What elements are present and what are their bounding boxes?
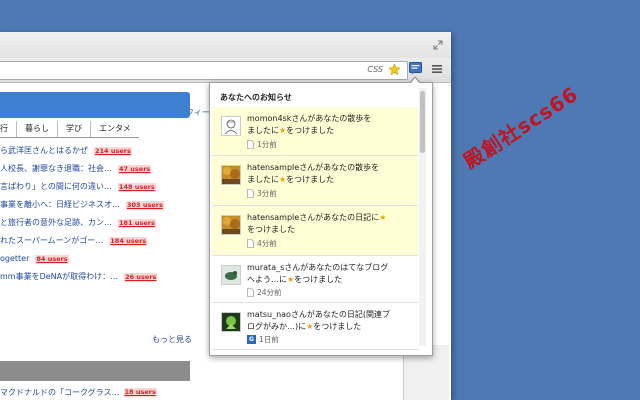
autumn-avatar xyxy=(221,165,241,185)
popup-scrollbar-thumb[interactable] xyxy=(420,91,425,153)
news-title-link[interactable]: ら武洋匡さんとはるかぜ xyxy=(0,142,88,160)
sketch-avatar xyxy=(221,116,241,136)
watermark-text: 殿創社scs66 xyxy=(459,81,583,174)
notification-popup: あなたへのお知らせ momon4skさんがあなたの散歩を ましたに★をつけました… xyxy=(209,82,433,356)
notification-message: hatensampleさんがあなたの日記に★ をつけました xyxy=(247,212,415,236)
notification-text: ましたに xyxy=(247,175,279,184)
list-item: ら武洋匡さんとはるかぜ 214 users xyxy=(0,142,200,160)
list-item: 事業を離小へ：日経ビジネスオ… 303 users xyxy=(0,196,200,214)
notification-item[interactable]: hatensampleさんがあなたの日記に★ をつけました 4分前 xyxy=(212,206,418,256)
notification-text: murata_sさんがあなたのはてなブログ xyxy=(247,263,389,272)
time-text: 3分前 xyxy=(257,189,277,198)
users-count-badge[interactable]: 181 users xyxy=(118,218,156,228)
popup-arrow-inner xyxy=(410,78,420,84)
time-text: 1分前 xyxy=(257,140,277,149)
list-item: 言ぱわり」との間に何の違い… 148 users xyxy=(0,178,200,196)
doc-icon xyxy=(247,189,254,198)
list-item: と旅行者の意外な足跡、カン… 181 users xyxy=(0,214,200,232)
address-bar[interactable]: CSS xyxy=(0,61,408,80)
title-bar xyxy=(0,32,451,58)
notification-text: ログがみか…)に xyxy=(247,322,307,331)
notification-time: 4分前 xyxy=(247,238,277,249)
fullscreen-icon[interactable] xyxy=(433,40,443,50)
users-count-badge[interactable]: 214 users xyxy=(94,146,132,156)
notification-text: ましたに xyxy=(247,126,279,135)
users-count-badge[interactable]: 26 users xyxy=(124,272,158,282)
green-avatar xyxy=(221,312,241,332)
time-text: 4分前 xyxy=(257,239,277,248)
list-item: ogetter 84 users xyxy=(0,250,200,268)
notification-item[interactable]: murata_sさんがあなたのはてなブログ へよう…に★をつけました 24分前 xyxy=(212,256,418,303)
notification-text: をつけました xyxy=(294,275,343,284)
notification-message: matsu_naoさんがあなたの日記(関連ブ ログがみか…)に★をつけました xyxy=(247,309,415,333)
tab-misc[interactable]: 行 xyxy=(0,121,16,137)
time-text: 1日前 xyxy=(259,335,279,344)
notification-item[interactable]: momon4skさんがあなたの散歩を ましたに★をつけました 1分前 xyxy=(212,107,418,156)
users-count-badge[interactable]: 47 users xyxy=(118,164,152,174)
users-count-badge[interactable]: 184 users xyxy=(109,236,148,246)
news-title-link[interactable]: ogetter xyxy=(0,250,29,268)
list-item: マクドナルドの「コークグラス… 18 users xyxy=(0,387,157,398)
autumn-avatar xyxy=(221,215,241,235)
notification-item[interactable]: hatensampleさんがあなたの散歩を ましたに★をつけました 3分前 xyxy=(212,156,418,206)
browser-toolbar: CSS xyxy=(0,58,451,83)
section-header-bar xyxy=(0,361,190,381)
notification-item[interactable]: matsu_naoさんがあなたの日記(関連ブ ログがみか…)に★をつけました G… xyxy=(212,303,418,350)
news-title-link[interactable]: マクドナルドの「コークグラス… xyxy=(0,387,120,398)
notification-text: へよう…に xyxy=(247,275,287,284)
star-icon: ★ xyxy=(379,213,387,222)
popup-title: あなたへのお知らせ xyxy=(220,93,292,102)
news-list: ら武洋匡さんとはるかぜ 214 users 人校長、謝罪なき退職：社会… 47 … xyxy=(0,142,200,286)
users-count-badge[interactable]: 148 users xyxy=(117,182,156,192)
news-title-link[interactable]: 言ぱわり」との間に何の違い… xyxy=(0,178,112,196)
doc-icon xyxy=(247,239,254,248)
notification-message: murata_sさんがあなたのはてなブログ へよう…に★をつけました xyxy=(247,262,415,286)
notification-text: hatensampleさんがあなたの日記に xyxy=(247,213,380,222)
notification-time: 24分前 xyxy=(247,287,282,298)
doc-icon xyxy=(247,140,254,149)
category-tabs: 行 暮らし 学び エンタメ xyxy=(0,121,139,138)
list-item: れたスーパームーンがゴー… 184 users xyxy=(0,232,200,250)
tab-learning[interactable]: 学び xyxy=(57,121,90,137)
notification-text: をつけました xyxy=(286,126,335,135)
tab-life[interactable]: 暮らし xyxy=(16,121,57,137)
users-count-badge[interactable]: 303 users xyxy=(126,200,164,210)
tab-entertainment[interactable]: エンタメ xyxy=(90,121,139,137)
notification-text: matsu_naoさんがあなたの日記(関連ブ xyxy=(247,310,391,319)
notification-text: momon4skさんがあなたの散歩を xyxy=(247,114,372,123)
notification-time: G 1日前 xyxy=(247,334,279,345)
news-title-link[interactable]: mm事業をDeNAが取得わけ：… xyxy=(0,268,118,286)
notification-time: 1分前 xyxy=(247,139,277,150)
category-header-bar xyxy=(0,92,190,118)
time-text: 24分前 xyxy=(257,288,282,297)
notification-text: をつけました xyxy=(247,225,295,234)
bird-avatar xyxy=(221,265,241,285)
notification-list: momon4skさんがあなたの散歩を ましたに★をつけました 1分前 haten… xyxy=(212,107,418,350)
hamburger-menu-icon[interactable] xyxy=(432,64,442,74)
users-count-badge[interactable]: 18 users xyxy=(123,388,157,397)
notification-text: をつけました xyxy=(313,322,362,331)
users-count-badge[interactable]: 84 users xyxy=(35,254,69,264)
news-title-link[interactable]: 人校長、謝罪なき退職：社会… xyxy=(0,160,112,178)
css-label: CSS xyxy=(367,65,383,74)
bookmark-star-icon[interactable] xyxy=(388,63,401,76)
hatena-notify-icon[interactable] xyxy=(409,62,422,75)
notification-text: hatensampleさんがあなたの散歩を xyxy=(247,163,380,172)
notification-message: momon4skさんがあなたの散歩を ましたに★をつけました xyxy=(247,113,415,137)
more-link[interactable]: もっと見る xyxy=(152,334,192,345)
list-item: 人校長、謝罪なき退職：社会… 47 users xyxy=(0,160,200,178)
news-title-link[interactable]: 事業を離小へ：日経ビジネスオ… xyxy=(0,196,120,214)
list-item: mm事業をDeNAが取得わけ：… 26 users xyxy=(0,268,200,286)
notification-text: をつけました xyxy=(286,175,335,184)
news-title-link[interactable]: れたスーパームーンがゴー… xyxy=(0,232,103,250)
notification-message: hatensampleさんがあなたの散歩を ましたに★をつけました xyxy=(247,162,415,186)
notification-time: 3分前 xyxy=(247,188,277,199)
g-icon: G xyxy=(247,335,256,344)
doc-icon xyxy=(247,288,254,297)
news-title-link[interactable]: と旅行者の意外な足跡、カン… xyxy=(0,214,112,232)
